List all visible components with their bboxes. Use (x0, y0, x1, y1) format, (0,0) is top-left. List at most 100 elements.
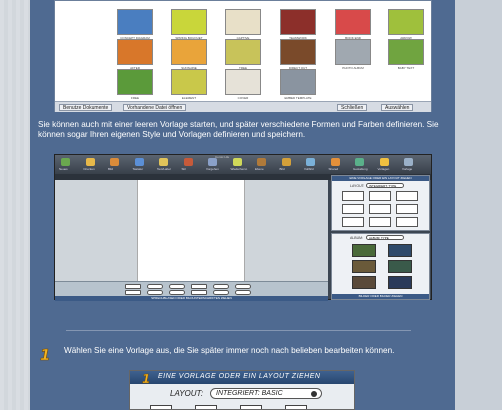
template-thumbnail[interactable] (117, 39, 153, 65)
toolbar-button-label: Vorlagen (377, 167, 390, 171)
template-thumbnail[interactable] (117, 9, 153, 35)
step-number: 1 (40, 346, 50, 362)
layout-dropdown[interactable]: INTEGRIERT: BASIC (210, 388, 322, 399)
album-photo[interactable] (388, 244, 412, 257)
toolbar-button-label: Bild (108, 167, 114, 171)
template-thumbnail[interactable] (388, 39, 424, 65)
template-thumbnail[interactable] (280, 69, 316, 95)
toolbar-button-icon[interactable] (330, 158, 340, 166)
browse-documents-button[interactable]: Benutze Dokumente (59, 104, 113, 111)
toolbar-button-label: Vorlage (402, 167, 413, 171)
balloon-shape[interactable] (213, 284, 229, 289)
toolbar-button-icon[interactable] (257, 158, 266, 166)
template-thumbnail[interactable] (335, 39, 371, 65)
toolbar-button-label: Gestaltung (353, 167, 368, 171)
layout-thumb[interactable] (195, 405, 217, 409)
template-panel: EINE VORLAGE ODER EIN LAYOUT ZIEHEN LAYO… (331, 175, 430, 231)
separator (66, 330, 411, 331)
select-button[interactable]: Auswählen (381, 104, 414, 111)
template-thumbnail[interactable] (225, 9, 261, 35)
toolbar-button-icon[interactable] (379, 158, 389, 166)
balloon-shape[interactable] (125, 290, 141, 295)
layout-dropdown-value: INTEGRIERT: BASIC (216, 390, 283, 397)
toolbar-button-icon[interactable] (110, 158, 119, 166)
layout-thumbnail[interactable] (342, 204, 364, 214)
toolbar-button-icon[interactable] (404, 158, 413, 166)
toolbar-button-label: Ebene (255, 167, 264, 171)
toolbar-button-label: Drucken (83, 167, 95, 171)
layout-select[interactable]: INTEGRIERT: TYPE (366, 183, 404, 188)
editor-canvas[interactable] (55, 180, 328, 281)
balloon-caption: SPRECHBLASEN ODER BILDUNTERSCHRIFTEN ZIE… (55, 296, 328, 301)
template-thumbnail[interactable] (280, 9, 316, 35)
balloon-shape[interactable] (169, 290, 185, 295)
template-thumbnail[interactable] (171, 69, 207, 95)
open-existing-file-button[interactable]: Vorhandene Datei öffnen (123, 104, 187, 111)
template-caption: COVER (237, 96, 249, 100)
album-photo[interactable] (352, 260, 376, 273)
balloon-shape[interactable] (235, 284, 251, 289)
toolbar-button-icon[interactable] (232, 158, 242, 166)
close-button[interactable]: Schließen (337, 104, 368, 111)
layout-thumbnail[interactable] (369, 191, 391, 201)
layout-thumbnail[interactable] (396, 217, 418, 227)
step-paragraph: Wählen Sie eine Vorlage aus, die Sie spä… (64, 346, 395, 355)
toolbar-button-icon[interactable] (85, 158, 95, 166)
toolbar-button-icon[interactable] (208, 158, 217, 166)
layout-thumbnail[interactable] (396, 191, 418, 201)
toolbar-button-icon[interactable] (134, 158, 144, 166)
layout-thumbnail[interactable] (369, 217, 391, 227)
gallery-footer: Benutze Dokumente Vorhandene Datei öffne… (55, 101, 431, 112)
toolbar-button-icon[interactable] (281, 158, 291, 166)
panel-closeup-screenshot: 1 EINE VORLAGE ODER EIN LAYOUT ZIEHEN LA… (129, 370, 355, 410)
template-thumbnail[interactable] (117, 69, 153, 95)
balloon-shape[interactable] (147, 284, 163, 289)
toolbar-button-label: Bild (279, 167, 285, 171)
toolbar-button-icon[interactable] (306, 158, 315, 166)
comic-page[interactable] (137, 180, 245, 281)
layout-thumbnail[interactable] (396, 204, 418, 214)
template-thumbnail[interactable] (335, 9, 371, 35)
template-thumbnail[interactable] (225, 69, 261, 95)
balloon-shape[interactable] (169, 284, 185, 289)
toolbar-button-icon[interactable] (355, 158, 364, 166)
balloon-shape[interactable] (191, 290, 207, 295)
album-panel: ALBUM: ALBUM: TYPE BILDER ODER BILDER ZI… (331, 233, 430, 300)
album-photo[interactable] (352, 244, 376, 257)
template-thumbnail[interactable] (171, 9, 207, 35)
template-thumbnail[interactable] (388, 9, 424, 35)
layout-thumbnail[interactable] (342, 217, 364, 227)
album-select[interactable]: ALBUM: TYPE (366, 235, 404, 240)
template-thumbnail[interactable] (225, 39, 261, 65)
dropdown-arrow-icon (311, 391, 317, 397)
toolbar-button-label: Neues (59, 167, 68, 171)
album-photo[interactable] (388, 260, 412, 273)
layout-thumbnail[interactable] (342, 191, 364, 201)
toolbar-button-icon[interactable] (61, 158, 70, 166)
right-margin (455, 0, 502, 410)
toolbar-button-icon[interactable] (183, 158, 193, 166)
template-thumbnail[interactable] (171, 39, 207, 65)
album-photo[interactable] (352, 276, 376, 289)
template-caption: EMBED TEMPLATE (284, 96, 312, 100)
panel-header: 1 EINE VORLAGE ODER EIN LAYOUT ZIEHEN (130, 371, 354, 385)
balloon-shape[interactable] (191, 284, 207, 289)
toolbar-button-icon[interactable] (159, 158, 168, 166)
album-label: ALBUM: (350, 236, 364, 240)
album-photo[interactable] (388, 276, 412, 289)
toolbar-button-label: Tastatur (132, 167, 144, 171)
layout-thumbnail[interactable] (369, 204, 391, 214)
balloon-shape[interactable] (147, 290, 163, 295)
toolbar-button-label: Text/Label (157, 167, 171, 171)
balloon-shape[interactable] (235, 290, 251, 295)
layout-thumb[interactable] (240, 405, 262, 409)
template-thumbnail[interactable] (280, 39, 316, 65)
template-caption: ELEMENT (181, 96, 197, 100)
layout-thumb[interactable] (285, 405, 307, 409)
intro-paragraph: Sie können auch mit einer leeren Vorlage… (38, 120, 439, 139)
layout-label: LAYOUT: (170, 389, 204, 398)
layout-thumb[interactable] (150, 405, 172, 409)
balloon-shape[interactable] (213, 290, 229, 295)
panel-title: EINE VORLAGE ODER EIN LAYOUT ZIEHEN (158, 373, 321, 380)
balloon-shape[interactable] (125, 284, 141, 289)
